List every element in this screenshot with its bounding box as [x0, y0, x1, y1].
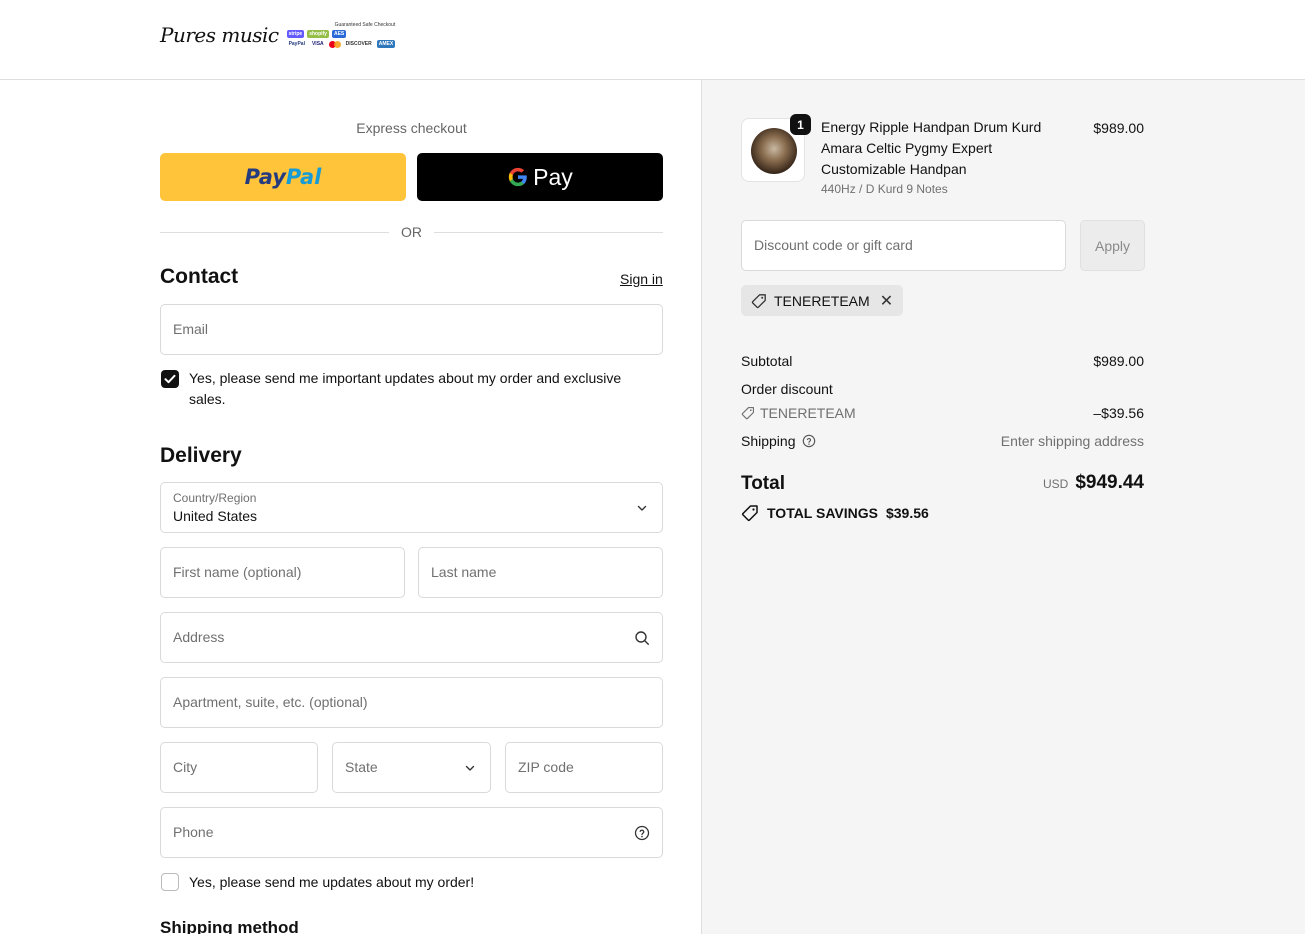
or-text: OR — [401, 224, 422, 240]
state-select[interactable]: State — [332, 742, 491, 793]
subtotal-value: $989.00 — [1093, 353, 1144, 369]
zip-placeholder: ZIP code — [518, 759, 574, 775]
discover-badge: DISCOVER — [345, 41, 372, 47]
updates-checkbox[interactable] — [161, 370, 179, 388]
search-icon — [635, 631, 649, 645]
apartment-field[interactable]: Apartment, suite, etc. (optional) — [160, 677, 663, 728]
product-price: $989.00 — [1093, 120, 1144, 136]
contact-title: Contact — [160, 265, 239, 288]
discount-code-row: TENERETEAM — [741, 405, 856, 421]
google-g-icon — [509, 167, 527, 187]
brand-logo[interactable]: Pures music Guaranteed Safe Checkout str… — [160, 22, 396, 48]
currency-code: USD — [1042, 477, 1069, 491]
safe-checkout-badges: Guaranteed Safe Checkout stripe shopify … — [286, 22, 396, 48]
help-icon[interactable] — [802, 434, 816, 448]
tag-icon — [741, 407, 754, 420]
phone-field[interactable]: Phone — [160, 807, 663, 858]
savings-label: TOTAL SAVINGS — [767, 505, 878, 521]
apply-button[interactable]: Apply — [1080, 220, 1145, 271]
express-checkout-label: Express checkout — [356, 120, 467, 136]
address-field[interactable]: Address — [160, 612, 663, 663]
stripe-badge: stripe — [286, 30, 305, 38]
mastercard-icon — [328, 40, 341, 48]
savings-value: $39.56 — [885, 505, 929, 521]
shopify-badge: shopify — [307, 30, 329, 38]
order-summary: 1 Energy Ripple Handpan Drum Kurd Amara … — [701, 80, 1305, 934]
google-pay-button[interactable]: Pay — [417, 153, 663, 201]
gpay-label: Pay — [533, 163, 573, 190]
chevron-down-icon — [465, 765, 475, 771]
remove-discount-icon[interactable]: ✕ — [880, 291, 893, 311]
country-value: United States — [173, 508, 258, 524]
order-discount-label: Order discount — [741, 381, 833, 397]
paypal-logo-part1: Pay — [244, 165, 286, 189]
header: Pures music Guaranteed Safe Checkout str… — [0, 0, 1305, 80]
checkout-form: Express checkout Pay Pal Pay OR Contact S… — [0, 80, 701, 934]
city-field[interactable]: City — [160, 742, 318, 793]
sms-updates-checkbox[interactable] — [161, 873, 179, 891]
delivery-title: Delivery — [160, 444, 242, 467]
handpan-image — [751, 128, 797, 174]
total-value-group: USD $949.44 — [1043, 472, 1144, 494]
paypal-badge: PayPal — [288, 41, 305, 47]
email-placeholder: Email — [173, 321, 209, 337]
checkmark-icon — [164, 374, 176, 384]
country-select[interactable]: Country/Region United States — [160, 482, 663, 533]
chevron-down-icon — [637, 505, 647, 511]
discount-placeholder: Discount code or gift card — [754, 237, 913, 253]
total-savings: TOTAL SAVINGS $39.56 — [741, 504, 929, 522]
last-name-placeholder: Last name — [431, 564, 497, 580]
brand-name: Pures music — [160, 23, 279, 47]
sign-in-link[interactable]: Sign in — [620, 271, 663, 287]
shipping-method-title: Shipping method — [160, 918, 299, 934]
savings-tag-icon — [741, 505, 758, 522]
visa-badge: VISA — [311, 41, 324, 47]
help-icon[interactable] — [634, 825, 650, 841]
applied-discount-chip: TENERETEAM ✕ — [741, 285, 904, 316]
or-divider: OR — [160, 224, 663, 240]
paypal-logo-part2: Pal — [285, 165, 322, 189]
state-placeholder: State — [345, 759, 378, 775]
country-label: Country/Region — [173, 491, 257, 505]
applied-code: TENERETEAM — [774, 292, 870, 309]
first-name-placeholder: First name (optional) — [173, 564, 302, 580]
zip-field[interactable]: ZIP code — [505, 742, 663, 793]
aes-badge: AES — [331, 30, 347, 38]
apartment-placeholder: Apartment, suite, etc. (optional) — [173, 694, 368, 710]
shipping-label: Shipping — [741, 433, 796, 449]
shipping-row: Shipping — [741, 433, 816, 449]
discount-value: –$39.56 — [1093, 405, 1144, 421]
badge-title: Guaranteed Safe Checkout — [334, 22, 396, 28]
tag-icon — [751, 293, 766, 308]
sms-updates-label[interactable]: Yes, please send me updates about my ord… — [189, 872, 649, 893]
paypal-button[interactable]: Pay Pal — [160, 153, 406, 201]
quantity-badge: 1 — [790, 114, 811, 135]
product-variant: 440Hz / D Kurd 9 Notes — [821, 182, 948, 196]
total-label: Total — [741, 473, 785, 494]
email-field[interactable]: Email — [160, 304, 663, 355]
phone-placeholder: Phone — [173, 824, 214, 840]
product-title: Energy Ripple Handpan Drum Kurd Amara Ce… — [821, 119, 1042, 177]
total-amount: $949.44 — [1075, 472, 1144, 493]
updates-checkbox-label[interactable]: Yes, please send me important updates ab… — [189, 368, 649, 410]
first-name-field[interactable]: First name (optional) — [160, 547, 405, 598]
address-placeholder: Address — [173, 629, 225, 645]
discount-code-text: TENERETEAM — [760, 405, 856, 421]
city-placeholder: City — [173, 759, 198, 775]
shipping-value: Enter shipping address — [1000, 433, 1144, 449]
discount-code-field[interactable]: Discount code or gift card — [741, 220, 1066, 271]
last-name-field[interactable]: Last name — [418, 547, 663, 598]
amex-badge: AMEX — [376, 40, 396, 48]
subtotal-label: Subtotal — [741, 353, 793, 369]
